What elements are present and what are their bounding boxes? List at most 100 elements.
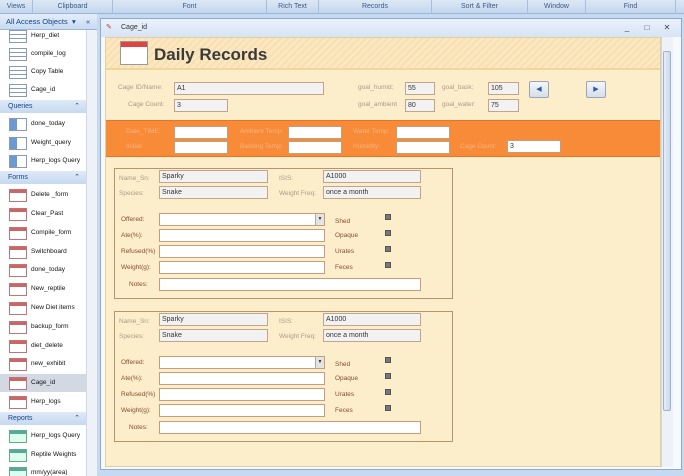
species-field[interactable]: Snake xyxy=(159,329,268,342)
table-icon xyxy=(9,84,27,97)
ate-input[interactable] xyxy=(159,229,325,242)
feces-checkbox[interactable] xyxy=(385,262,391,268)
chevron-down-icon[interactable]: ▼ xyxy=(315,214,324,225)
offered-combo[interactable]: ▼ xyxy=(159,213,325,226)
collapse-pane-icon[interactable]: « xyxy=(86,14,90,30)
nav-section-queries[interactable]: Queries ⌃ xyxy=(0,99,86,113)
feces-checkbox[interactable] xyxy=(385,405,391,411)
opaque-checkbox[interactable] xyxy=(385,230,391,236)
shed-checkbox[interactable] xyxy=(385,357,391,363)
nav-item[interactable]: new_exhibit xyxy=(0,355,86,373)
refused-input[interactable] xyxy=(159,245,325,258)
opaque-checkbox[interactable] xyxy=(385,373,391,379)
initial-input[interactable] xyxy=(174,141,228,154)
humidity-input[interactable] xyxy=(396,141,450,154)
notes-input[interactable] xyxy=(159,421,421,434)
urates-label: Urates xyxy=(335,248,355,255)
nav-item[interactable]: diet_delete xyxy=(0,337,86,355)
nav-item[interactable]: Copy Table xyxy=(0,63,86,81)
nav-item[interactable]: compile_log xyxy=(0,45,86,63)
refused-input[interactable] xyxy=(159,388,325,401)
ambient-temp-input[interactable] xyxy=(288,126,342,139)
nav-item[interactable]: Cage_id xyxy=(0,81,86,99)
nav-item[interactable]: Clear_Past xyxy=(0,205,86,223)
name-field[interactable]: Sparky xyxy=(159,170,268,183)
species-field[interactable]: Snake xyxy=(159,186,268,199)
collapse-section-icon[interactable]: ⌃ xyxy=(74,412,80,425)
urates-checkbox[interactable] xyxy=(385,389,391,395)
nav-item-label: Reptile Weights xyxy=(31,450,77,458)
weight-freq-field[interactable]: once a month xyxy=(323,186,421,199)
nav-item[interactable]: backup_form xyxy=(0,318,86,336)
close-button[interactable]: ✕ xyxy=(659,19,675,37)
shed-checkbox[interactable] xyxy=(385,214,391,220)
nav-section-reports[interactable]: Reports ⌃ xyxy=(0,411,86,425)
cage-id-field[interactable]: A1 xyxy=(174,82,324,95)
basking-temp-input[interactable] xyxy=(288,141,342,154)
scrollbar-thumb[interactable] xyxy=(663,51,671,411)
urates-checkbox[interactable] xyxy=(385,246,391,252)
nav-item[interactable]: Cage_id xyxy=(0,374,86,393)
nav-scrollbar[interactable] xyxy=(86,30,97,476)
window-titlebar: ✎ Cage_id _ □ ✕ xyxy=(101,19,681,37)
nav-item-label: Clear_Past xyxy=(31,210,64,217)
weight-freq-field[interactable]: once a month xyxy=(323,329,421,342)
nav-item[interactable]: Reptile Weights xyxy=(0,446,86,464)
offered-combo[interactable]: ▼ xyxy=(159,356,325,369)
isis-field[interactable]: A1000 xyxy=(323,170,421,183)
weight-label: Weight(g): xyxy=(121,407,151,414)
nav-item-label: New Diet items xyxy=(31,304,75,311)
basking-temp-label: Basking Temp: xyxy=(240,143,283,150)
chevron-down-icon[interactable]: ▼ xyxy=(315,357,324,368)
goal-ambient-field[interactable]: 80 xyxy=(405,99,435,112)
table-icon xyxy=(9,48,27,61)
next-record-button[interactable]: ▶ xyxy=(586,81,606,98)
goal-water-field[interactable]: 75 xyxy=(488,99,519,112)
form-icon xyxy=(9,283,27,297)
nav-item[interactable]: Herp_logs Query xyxy=(0,427,86,445)
nav-item[interactable]: done_today xyxy=(0,261,86,279)
cage-count-field[interactable]: 3 xyxy=(174,99,228,112)
nav-section-forms[interactable]: Forms ⌃ xyxy=(0,171,86,185)
query-icon xyxy=(9,136,27,150)
nav-item[interactable]: Herp_diet xyxy=(0,30,86,45)
nav-item-label: Delete _form xyxy=(31,191,69,199)
nav-item[interactable]: Compile_form xyxy=(0,224,86,242)
nav-item[interactable]: Herp_logs Query xyxy=(0,152,86,170)
nav-item-label: Compile_form xyxy=(31,228,72,236)
weight-input[interactable] xyxy=(159,261,325,274)
goal-bask-field[interactable]: 105 xyxy=(488,82,519,95)
nav-pane-header[interactable]: All Access Objects ▾ « xyxy=(0,14,97,30)
ate-input[interactable] xyxy=(159,372,325,385)
nav-section-label: Queries xyxy=(8,102,33,110)
report-icon xyxy=(9,467,27,476)
nav-item[interactable]: New_reptile xyxy=(0,280,86,298)
nav-object-list: Herp_diet compile_log Copy Table Cage_id Que… xyxy=(0,30,86,476)
nav-item[interactable]: Switchboard xyxy=(0,243,86,261)
collapse-section-icon[interactable]: ⌃ xyxy=(74,171,80,184)
form-icon xyxy=(9,264,27,278)
nav-item[interactable]: mm/yy(area) xyxy=(0,464,86,476)
date-time-input[interactable] xyxy=(174,126,228,139)
previous-record-button[interactable]: ◀ xyxy=(529,81,549,98)
collapse-section-icon[interactable]: ⌃ xyxy=(74,100,80,113)
nav-item-label: mm/yy(area) xyxy=(31,469,68,476)
maximize-button[interactable]: □ xyxy=(639,19,655,37)
nav-item[interactable]: New Diet items xyxy=(0,299,86,317)
cage-id-label: Cage ID/Name: xyxy=(118,84,163,91)
ribbon-group-5: Sort & Filter xyxy=(432,0,528,14)
notes-input[interactable] xyxy=(159,278,421,291)
goal-humid-field[interactable]: 55 xyxy=(405,82,435,95)
nav-item[interactable]: Weight_query xyxy=(0,134,86,152)
nav-item[interactable]: done_today xyxy=(0,115,86,133)
nav-item[interactable]: Delete _form xyxy=(0,186,86,204)
form-icon xyxy=(9,226,27,240)
minimize-button[interactable]: _ xyxy=(619,19,635,37)
name-field[interactable]: Sparky xyxy=(159,313,268,326)
nav-dropdown-icon[interactable]: ▾ xyxy=(72,14,76,30)
water-temp-input[interactable] xyxy=(396,126,450,139)
weight-input[interactable] xyxy=(159,404,325,417)
isis-field[interactable]: A1000 xyxy=(323,313,421,326)
entry-cage-count-input[interactable]: 3 xyxy=(507,140,561,153)
nav-item[interactable]: Herp_logs xyxy=(0,393,86,411)
